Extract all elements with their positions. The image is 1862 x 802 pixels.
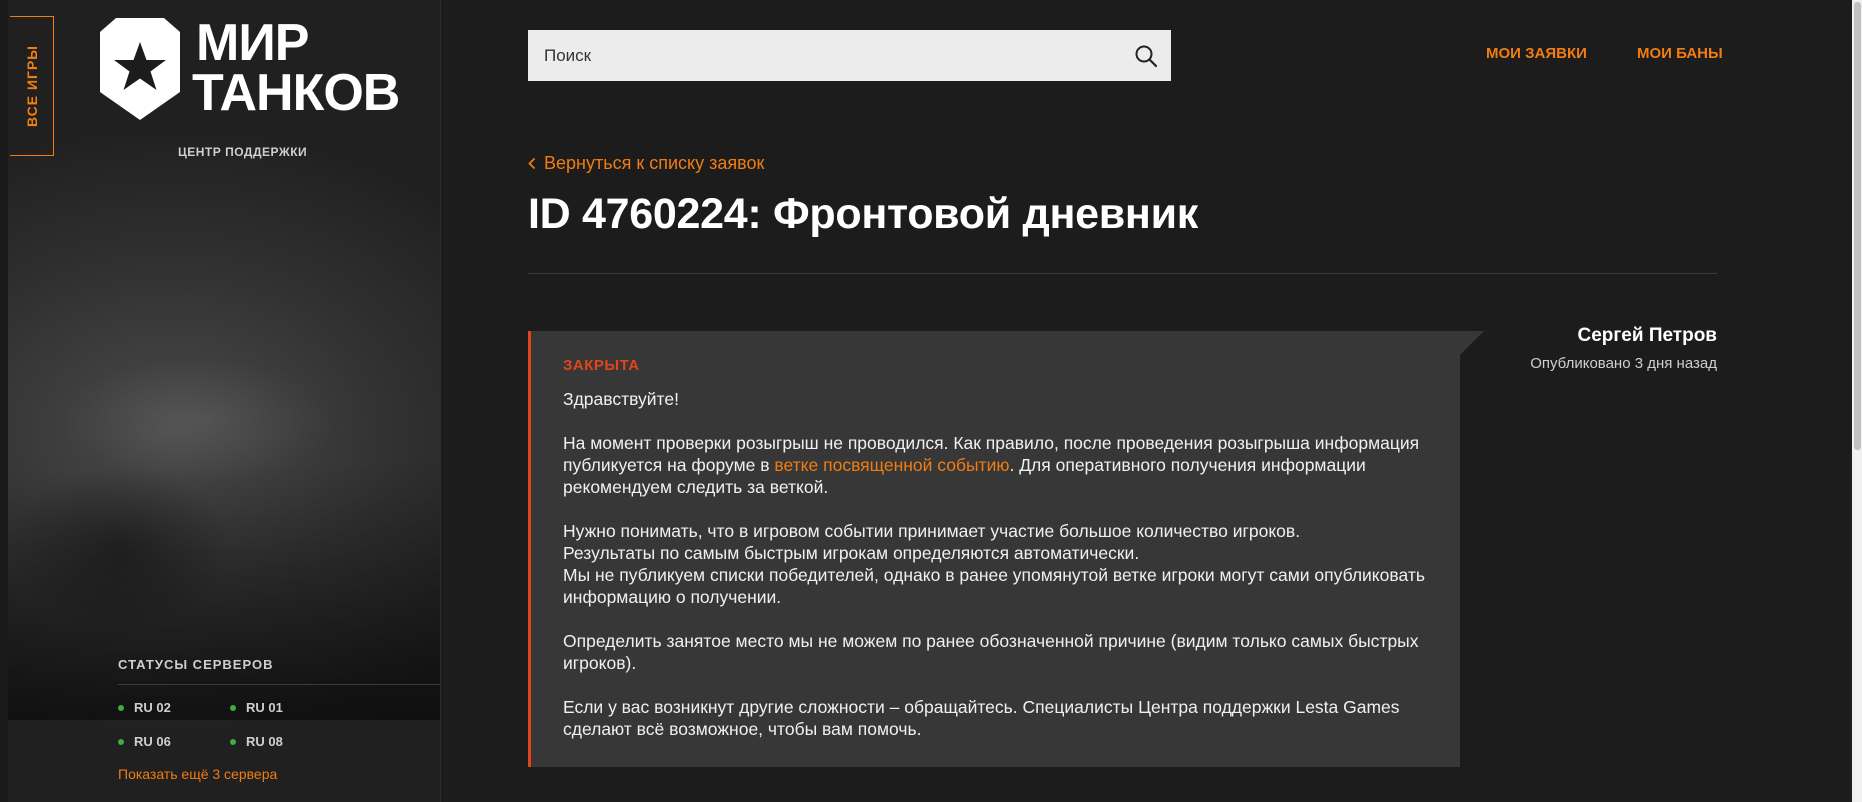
page-title: ID 4760224: Фронтовой дневник [528,190,1198,238]
message-greeting: Здравствуйте! [563,389,679,409]
chevron-left-icon [528,157,536,170]
server-name: RU 08 [246,734,283,749]
server-name: RU 01 [246,700,283,715]
online-dot-icon [118,704,124,711]
support-center-label: ЦЕНТР ПОДДЕРЖКИ [178,145,308,159]
logo-line-2: ТАНКОВ [192,64,400,122]
scrollbar-thumb[interactable] [1854,2,1861,450]
status-badge: ЗАКРЫТА [563,357,640,374]
message-paragraph: На момент проверки розыгрыш не проводилс… [563,432,1428,498]
my-bans-link[interactable]: МОИ БАНЫ [1637,45,1723,62]
all-games-button[interactable]: ВСЕ ИГРЫ [10,16,54,156]
message-paragraph: Нужно понимать, что в игровом событии пр… [563,520,1428,608]
server-item: RU 02 [118,700,171,715]
message-text: Нужно понимать, что в игровом событии пр… [563,521,1301,541]
message-paragraph: Если у вас возникнут другие сложности – … [563,697,1400,739]
online-dot-icon [230,738,236,745]
server-name: RU 06 [134,734,171,749]
show-more-servers-link[interactable]: Показать ещё 3 сервера [118,766,277,782]
author-name: Сергей Петров [1577,325,1717,346]
published-time: Опубликовано 3 дня назад [1530,355,1717,372]
server-name: RU 02 [134,700,171,715]
logo-line-1: МИР [196,14,309,72]
search-bar [528,29,1171,82]
server-item: RU 08 [230,734,283,749]
forum-thread-link[interactable]: ветке посвященной событию [774,455,1009,475]
sidebar: ВСЕ ИГРЫ МИР ТАНКОВ ЦЕНТР ПОДДЕРЖКИ СТАТ… [0,0,441,802]
back-to-tickets-link[interactable]: Вернуться к списку заявок [528,153,764,174]
ticket-message: ЗАКРЫТА Здравствуйте! На момент проверки… [528,331,1460,767]
left-strip [0,0,8,802]
server-divider [118,684,440,685]
author-info: Сергей Петров Опубликовано 3 дня назад [1480,325,1717,372]
server-item: RU 01 [230,700,283,715]
server-status-title: СТАТУСЫ СЕРВЕРОВ [118,657,274,672]
search-icon[interactable] [1121,30,1171,81]
online-dot-icon [230,704,236,711]
message-text: Результаты по самым быстрым игрокам опре… [563,543,1140,563]
message-text: Мы не публикуем списки победителей, одна… [563,565,1425,607]
logo-wordmark: МИР ТАНКОВ [192,14,400,122]
all-games-label: ВСЕ ИГРЫ [23,45,40,127]
title-divider [528,273,1717,274]
online-dot-icon [118,738,124,745]
server-item: RU 06 [118,734,171,749]
message-paragraph: Определить занятое место мы не можем по … [563,631,1419,673]
logo[interactable]: МИР ТАНКОВ [100,17,400,124]
my-tickets-link[interactable]: МОИ ЗАЯВКИ [1486,45,1587,62]
search-input[interactable] [528,29,1121,82]
star-shield-icon [100,18,180,120]
scrollbar[interactable] [1852,0,1862,802]
back-link-label: Вернуться к списку заявок [544,153,765,173]
